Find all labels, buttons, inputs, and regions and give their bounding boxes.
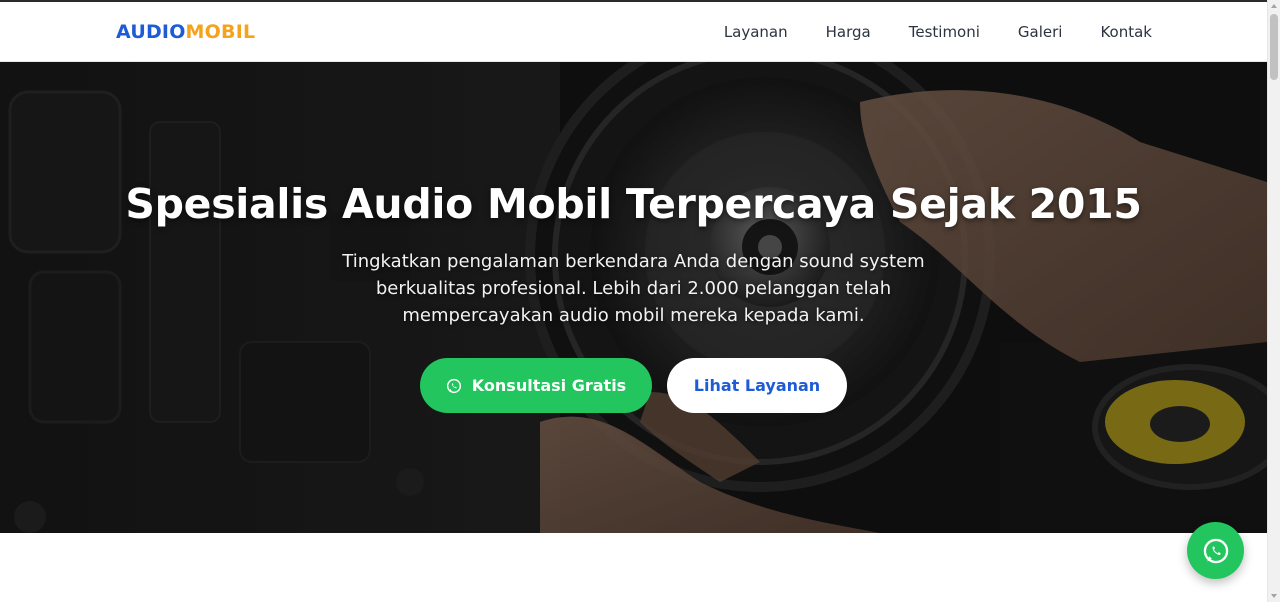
scroll-up-arrow-icon[interactable]	[1271, 4, 1277, 8]
view-services-button-label: Lihat Layanan	[693, 376, 821, 395]
nav-link-harga[interactable]: Harga	[826, 21, 871, 43]
hero-title: Spesialis Audio Mobil Terpercaya Sejak 2…	[125, 180, 1142, 228]
navbar: AUDIOMOBIL Layanan Harga Testimoni Galer…	[0, 2, 1267, 62]
scroll-down-arrow-icon[interactable]	[1271, 594, 1277, 598]
nav-link-testimoni[interactable]: Testimoni	[909, 21, 980, 43]
whatsapp-icon	[446, 378, 461, 393]
nav-link-galeri[interactable]: Galeri	[1018, 21, 1063, 43]
whatsapp-icon	[1203, 538, 1228, 563]
brand-logo[interactable]: AUDIOMOBIL	[116, 20, 255, 44]
hero-subtitle: Tingkatkan pengalaman berkendara Anda de…	[342, 251, 925, 326]
nav-menu: Layanan Harga Testimoni Galeri Kontak	[686, 21, 1152, 43]
consult-free-button[interactable]: Konsultasi Gratis	[420, 358, 652, 413]
nav-link-layanan[interactable]: Layanan	[724, 21, 788, 43]
page-scrollbar[interactable]	[1267, 0, 1280, 602]
view-services-button[interactable]: Lihat Layanan	[667, 358, 847, 413]
nav-link-kontak[interactable]: Kontak	[1100, 21, 1152, 43]
floating-whatsapp-button[interactable]	[1187, 522, 1244, 579]
scrollbar-thumb[interactable]	[1270, 14, 1278, 80]
brand-logo-part2: MOBIL	[185, 21, 256, 43]
consult-free-button-label: Konsultasi Gratis	[471, 376, 627, 395]
page: AUDIOMOBIL Layanan Harga Testimoni Galer…	[0, 0, 1280, 602]
brand-logo-part1: AUDIO	[116, 21, 186, 43]
hero-section: Spesialis Audio Mobil Terpercaya Sejak 2…	[0, 62, 1267, 533]
